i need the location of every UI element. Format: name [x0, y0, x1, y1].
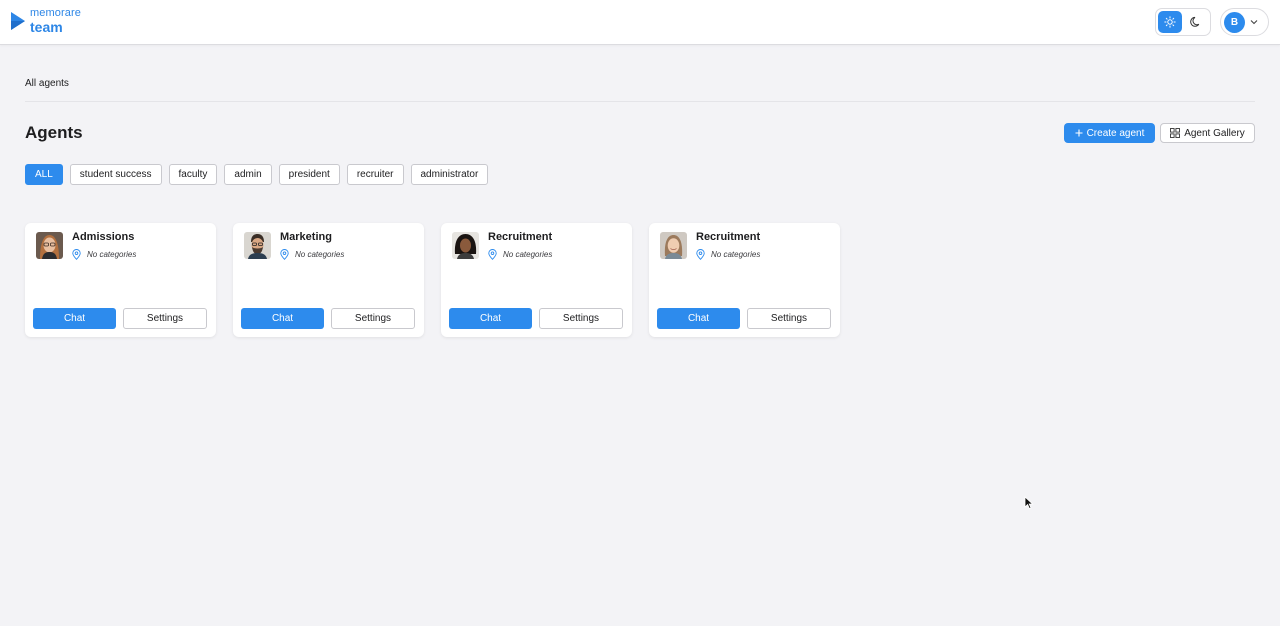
agent-avatar	[452, 232, 479, 259]
agent-categories-text: No categories	[87, 250, 137, 259]
top-navbar: memorare team B	[0, 0, 1280, 45]
agent-avatar	[660, 232, 687, 259]
location-pin-icon	[280, 249, 289, 260]
create-agent-label: Create agent	[1086, 127, 1145, 139]
user-menu[interactable]: B	[1220, 8, 1269, 36]
agent-card: Recruitment No categories Chat Settings	[649, 223, 840, 337]
moon-icon	[1190, 16, 1200, 27]
logo-line1: memorare	[30, 7, 81, 19]
settings-button[interactable]: Settings	[747, 308, 831, 329]
create-agent-button[interactable]: Create agent	[1064, 123, 1155, 143]
woman-curly-hair-portrait	[452, 232, 479, 259]
location-pin-icon	[696, 249, 705, 260]
agent-categories: No categories	[280, 249, 344, 260]
chat-button[interactable]: Chat	[33, 308, 116, 329]
agent-gallery-label: Agent Gallery	[1184, 127, 1245, 139]
settings-button[interactable]: Settings	[539, 308, 623, 329]
agent-name: Admissions	[72, 231, 135, 243]
settings-button[interactable]: Settings	[123, 308, 207, 329]
dark-theme-button[interactable]	[1184, 11, 1208, 33]
filter-chip-admin[interactable]: admin	[224, 164, 272, 185]
agent-card: Marketing No categories Chat Settings	[233, 223, 424, 337]
page-title: Agents	[25, 123, 83, 142]
user-avatar[interactable]: B	[1224, 11, 1245, 33]
breadcrumb[interactable]: All agents	[25, 78, 69, 89]
agent-name: Recruitment	[696, 231, 761, 243]
agent-name: Recruitment	[488, 231, 553, 243]
location-pin-icon	[488, 249, 497, 260]
woman-glasses-portrait	[36, 232, 63, 259]
agent-categories: No categories	[696, 249, 760, 260]
sun-icon	[1164, 16, 1176, 28]
agent-name: Marketing	[280, 231, 332, 243]
theme-toggle	[1155, 8, 1211, 36]
logo-play-icon	[11, 12, 25, 30]
filter-chip-faculty[interactable]: faculty	[168, 164, 218, 185]
agent-card: Admissions No categories Chat Settings	[25, 223, 216, 337]
light-theme-button[interactable]	[1158, 11, 1182, 33]
man-beard-portrait	[244, 232, 271, 259]
filter-chip-president[interactable]: president	[278, 164, 340, 185]
agent-avatar	[244, 232, 271, 259]
agent-card: Recruitment No categories Chat Settings	[441, 223, 632, 337]
logo-line2: team	[30, 19, 63, 35]
settings-button[interactable]: Settings	[331, 308, 415, 329]
filter-chip-administrator[interactable]: administrator	[410, 164, 489, 185]
agent-gallery-button[interactable]: Agent Gallery	[1160, 123, 1255, 143]
chevron-down-icon	[1250, 20, 1258, 25]
agent-categories-text: No categories	[711, 250, 761, 259]
plus-icon	[1075, 129, 1083, 137]
category-filters: ALL student success faculty admin presid…	[25, 164, 489, 185]
filter-chip-recruiter[interactable]: recruiter	[346, 164, 404, 185]
brand-logo[interactable]: memorare team	[10, 8, 81, 34]
agent-avatar	[36, 232, 63, 259]
filter-chip-student-success[interactable]: student success	[69, 164, 162, 185]
agent-categories: No categories	[72, 249, 136, 260]
chat-button[interactable]: Chat	[241, 308, 324, 329]
agent-categories-text: No categories	[503, 250, 553, 259]
agent-categories-text: No categories	[295, 250, 345, 259]
filter-chip-all[interactable]: ALL	[25, 164, 63, 185]
chat-button[interactable]: Chat	[449, 308, 532, 329]
mouse-cursor-icon	[1024, 496, 1034, 510]
agent-categories: No categories	[488, 249, 552, 260]
location-pin-icon	[72, 249, 81, 260]
woman-smiling-portrait	[660, 232, 687, 259]
chat-button[interactable]: Chat	[657, 308, 740, 329]
agent-card-list: Admissions No categories Chat Settings M…	[25, 223, 840, 337]
breadcrumb-divider	[25, 101, 1255, 102]
logo-text: memorare team	[30, 7, 81, 35]
grid-icon	[1170, 128, 1181, 138]
